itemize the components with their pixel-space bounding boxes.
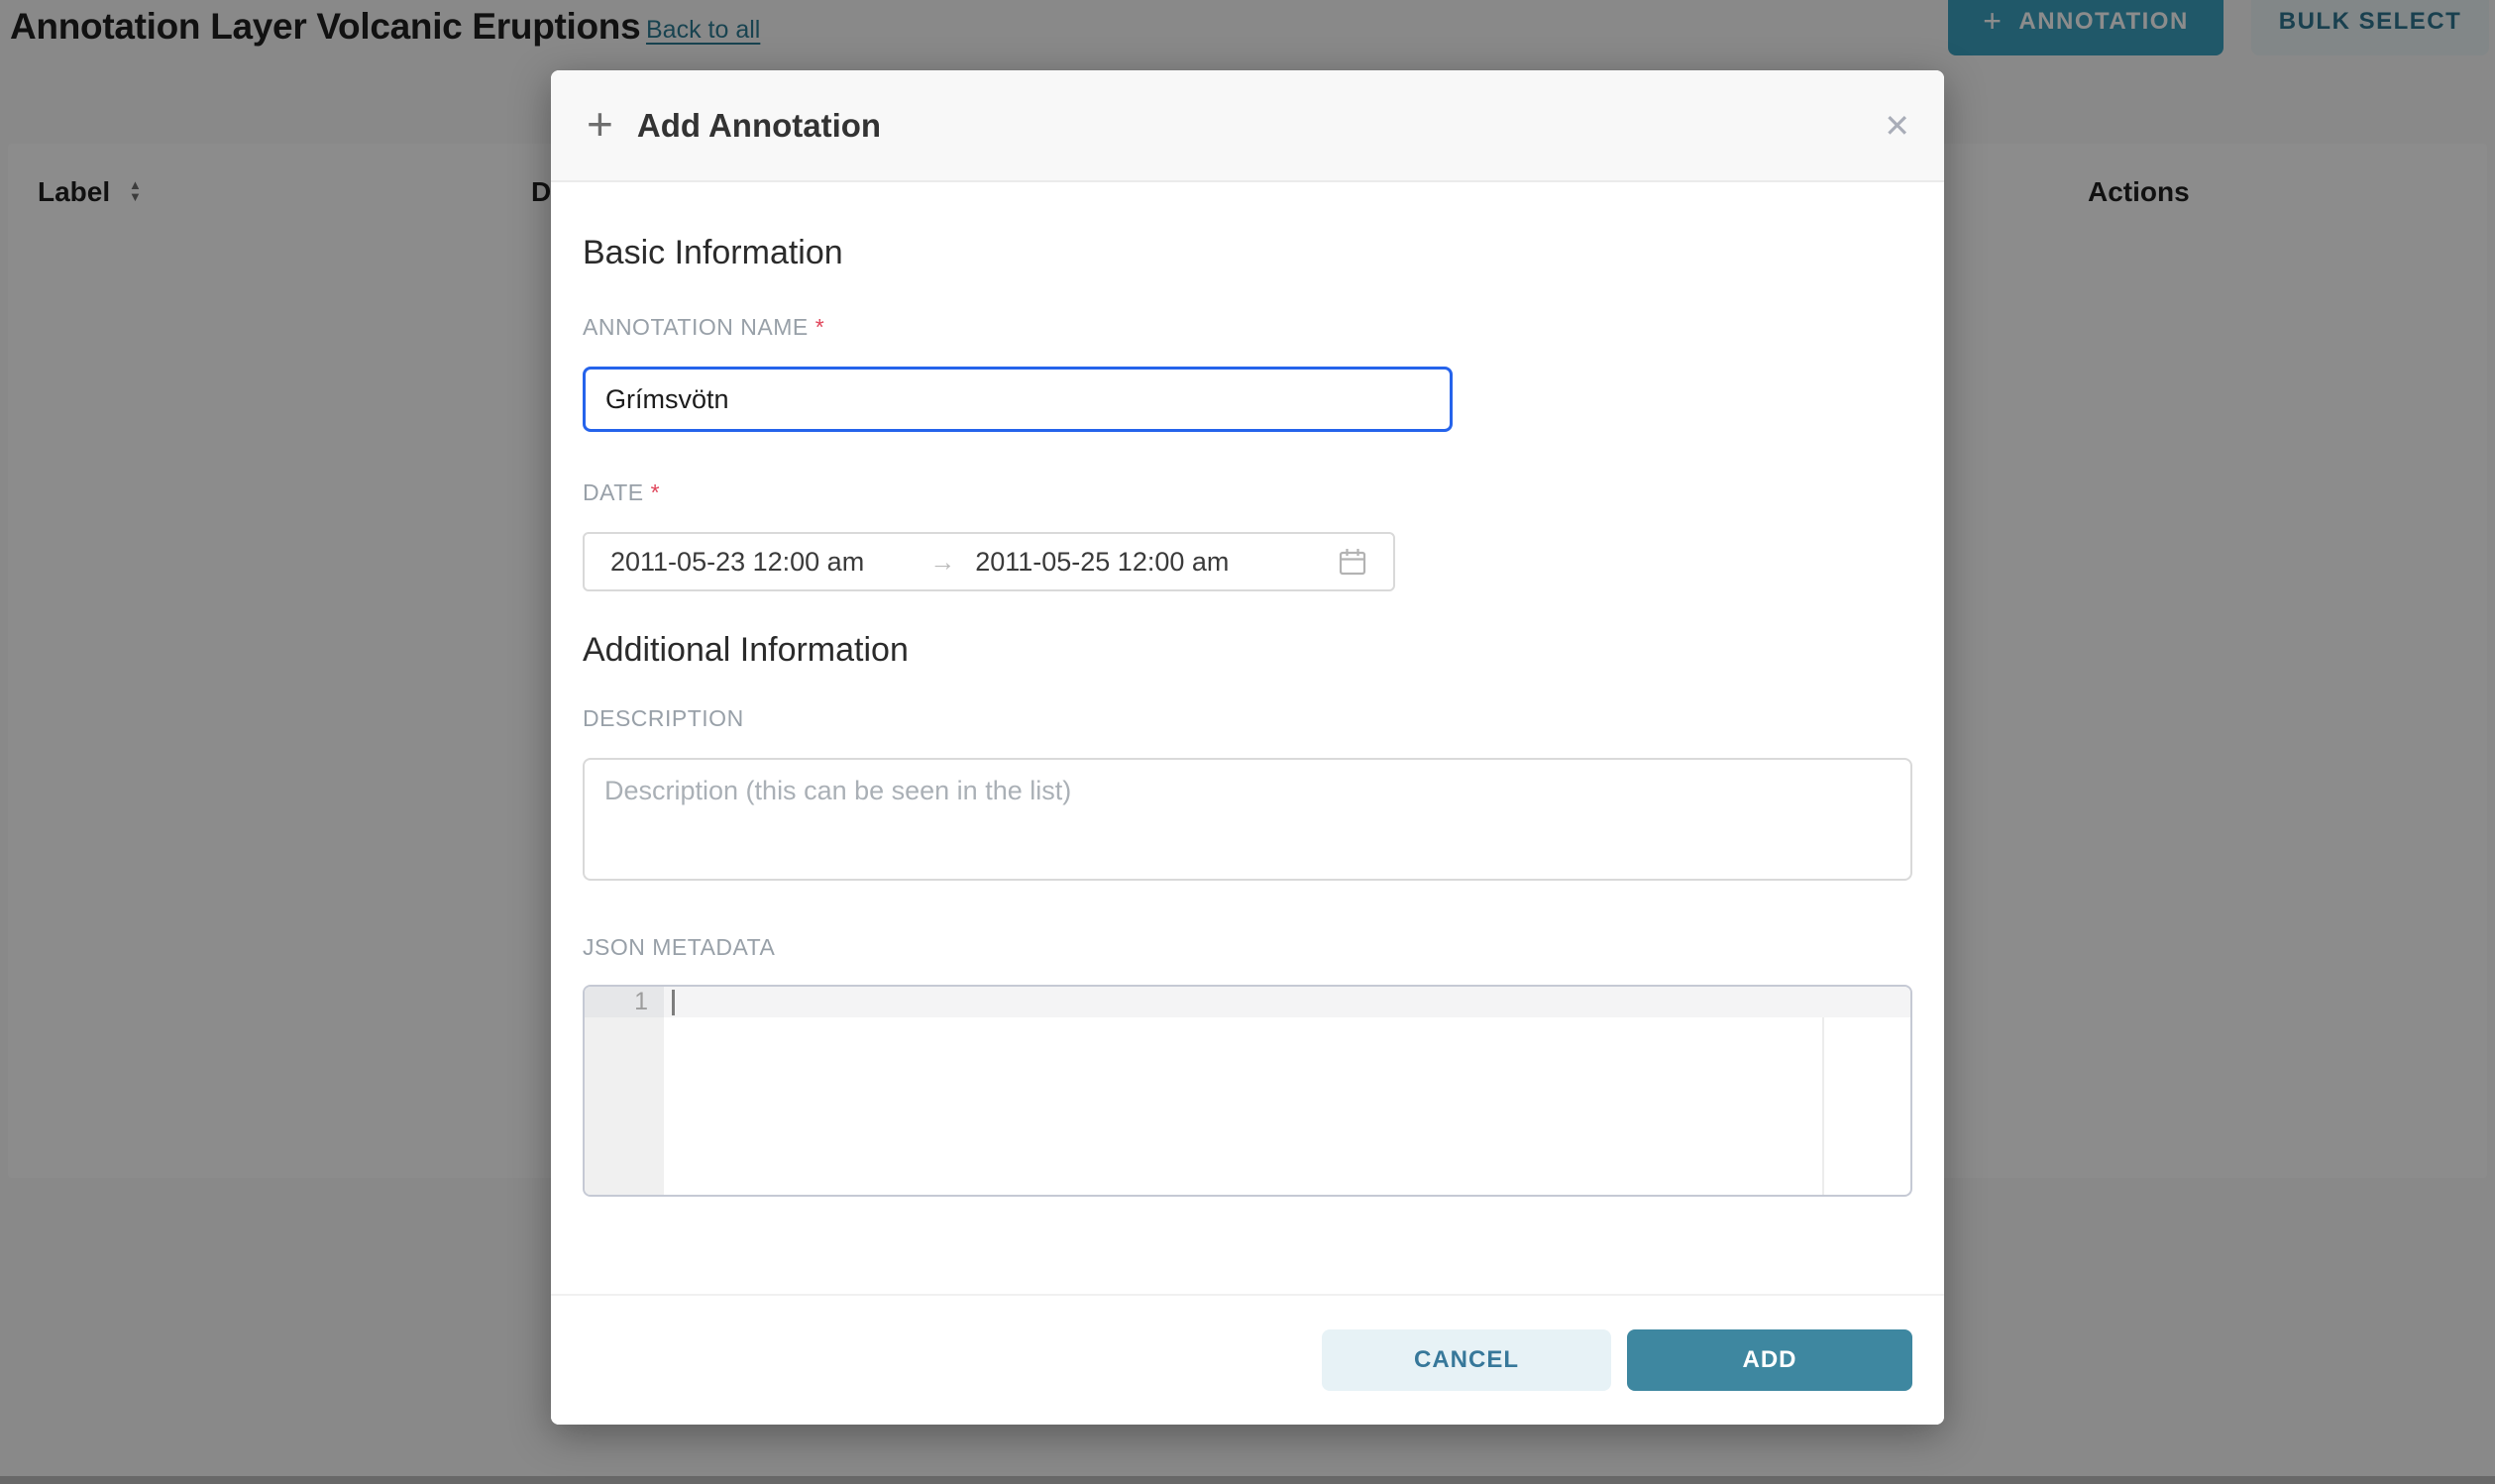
text-cursor-caret [672,990,675,1015]
additional-information-heading: Additional Information [583,631,1912,670]
modal-footer: CANCEL ADD [551,1294,1944,1425]
date-range-start[interactable]: 2011-05-23 12:00 am [610,547,864,578]
modal-title: Add Annotation [637,107,881,145]
date-range-end[interactable]: 2011-05-25 12:00 am [975,547,1229,578]
editor-print-margin [1822,1017,1824,1195]
date-range-picker[interactable]: 2011-05-23 12:00 am → 2011-05-25 12:00 a… [583,532,1395,591]
annotation-name-label: ANNOTATION NAME* [583,314,1912,341]
cancel-button[interactable]: CANCEL [1322,1329,1611,1391]
description-label: DESCRIPTION [583,705,1912,732]
add-annotation-modal: + Add Annotation ✕ Basic Information ANN… [551,70,1944,1425]
description-textarea[interactable] [583,758,1912,881]
annotation-name-label-text: ANNOTATION NAME [583,314,809,340]
editor-line-number: 1 [585,987,664,1017]
required-marker: * [651,479,660,505]
close-icon[interactable]: ✕ [1884,110,1910,142]
json-metadata-label: JSON METADATA [583,934,1912,961]
modal-header: + Add Annotation ✕ [551,70,1944,182]
arrow-right-icon: → [929,547,955,578]
editor-gutter [585,987,664,1195]
screen: Annotation Layer Volcanic Eruptions Back… [0,0,2495,1484]
modal-body: Basic Information ANNOTATION NAME* DATE*… [551,234,1944,1197]
json-metadata-editor[interactable]: 1 [583,985,1912,1197]
date-label: DATE * [583,479,1912,506]
plus-icon: + [587,101,613,147]
required-marker: * [815,314,824,340]
editor-active-line [664,987,1910,1017]
calendar-icon [1338,547,1367,577]
annotation-name-input[interactable] [583,367,1453,432]
add-button[interactable]: ADD [1627,1329,1912,1391]
basic-information-heading: Basic Information [583,234,1912,272]
date-label-text: DATE [583,479,644,505]
